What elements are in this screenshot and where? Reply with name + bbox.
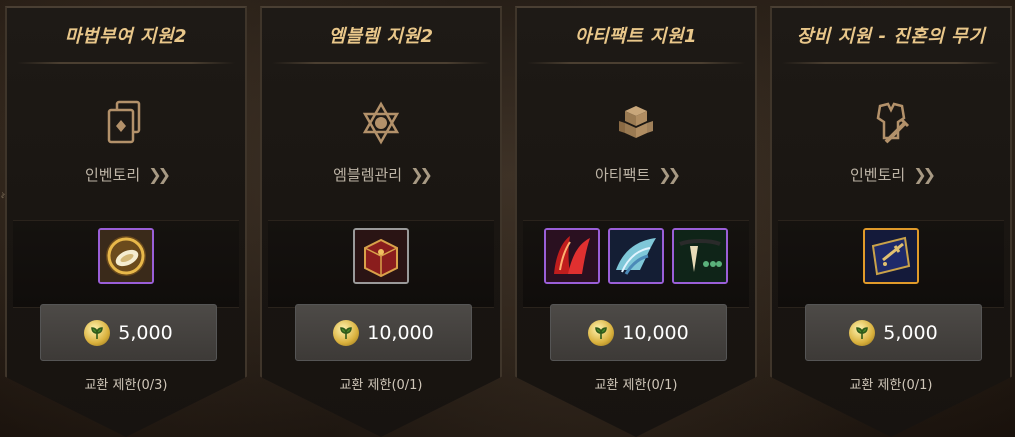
exchange-card-weapon: 장비 지원 - 진혼의 무기 인벤토리 ❯❯ 5,000 교환 제한(0/1) — [770, 6, 1012, 437]
fang-necklace-item[interactable] — [672, 228, 728, 284]
exchange-price-button[interactable]: 5,000 — [40, 304, 217, 361]
title-divider — [782, 62, 1000, 64]
reward-items — [515, 228, 757, 286]
double-chevron-right-icon: ❯❯ — [913, 165, 936, 184]
price-value: 5,000 — [883, 321, 938, 344]
title-divider — [272, 62, 490, 64]
exchange-price-button[interactable]: 10,000 — [550, 304, 727, 361]
armor-sword-icon — [866, 98, 916, 148]
exchange-limit: 교환 제한(0/1) — [594, 378, 678, 393]
nav-link-inventory[interactable]: 인벤토리 ❯❯ — [770, 164, 1012, 185]
reward-items — [5, 228, 247, 286]
exchange-limit: 교환 제한(0/1) — [849, 378, 933, 393]
double-chevron-right-icon: ❯❯ — [148, 165, 171, 184]
sprout-coin-icon — [849, 319, 876, 346]
card-title: 마법부여 지원2 — [64, 26, 188, 47]
sprout-coin-icon — [84, 319, 111, 346]
double-chevron-right-icon: ❯❯ — [658, 165, 681, 184]
exchange-card-artifact: 아티팩트 지원1 아티팩트 ❯❯ 10,000 교환 제한(0/1) — [515, 6, 757, 437]
exchange-card-enchant: 마법부여 지원2 인벤토리 ❯❯ 5,000 교환 제한(0/3) — [5, 6, 247, 437]
nav-link-inventory[interactable]: 인벤토리 ❯❯ — [5, 164, 247, 185]
price-value: 5,000 — [118, 321, 173, 344]
nav-link-label: 아티팩트 — [594, 166, 651, 184]
enchant-scroll-item[interactable] — [98, 228, 154, 284]
exchange-price-button[interactable]: 10,000 — [295, 304, 472, 361]
exchange-card-emblem: 엠블렘 지원2 엠블렘관리 ❯❯ 10,000 교환 제한(0/1) — [260, 6, 502, 437]
card-title: 아티팩트 지원1 — [574, 26, 698, 47]
price-value: 10,000 — [622, 321, 689, 344]
exchange-price-button[interactable]: 5,000 — [805, 304, 982, 361]
cards-icon — [101, 98, 151, 148]
cubes-icon — [611, 98, 661, 148]
nav-link-emblem[interactable]: 엠블렘관리 ❯❯ — [260, 164, 502, 185]
weapon-book-item[interactable] — [863, 228, 919, 284]
nav-link-label: 인벤토리 — [84, 166, 141, 184]
exchange-limit: 교환 제한(0/1) — [339, 378, 423, 393]
sprout-coin-icon — [588, 319, 615, 346]
nav-link-label: 엠블렘관리 — [333, 166, 403, 184]
price-value: 10,000 — [367, 321, 434, 344]
exchange-limit: 교환 제한(0/3) — [84, 378, 168, 393]
hexagram-icon — [356, 98, 406, 148]
blue-wings-item[interactable] — [608, 228, 664, 284]
reward-items — [260, 228, 502, 286]
reward-items — [770, 228, 1012, 286]
double-chevron-right-icon: ❯❯ — [410, 165, 433, 184]
nav-link-label: 인벤토리 — [849, 166, 906, 184]
nav-link-artifact[interactable]: 아티팩트 ❯❯ — [515, 164, 757, 185]
emblem-chest-item[interactable] — [353, 228, 409, 284]
title-divider — [17, 62, 235, 64]
card-title: 엠블렘 지원2 — [328, 26, 434, 47]
red-wings-item[interactable] — [544, 228, 600, 284]
title-divider — [527, 62, 745, 64]
sprout-coin-icon — [333, 319, 360, 346]
card-title: 장비 지원 - 진혼의 무기 — [796, 26, 986, 47]
exchange-cards: 마법부여 지원2 인벤토리 ❯❯ 5,000 교환 제한(0/3) 엠블렘 지원… — [0, 0, 1015, 437]
